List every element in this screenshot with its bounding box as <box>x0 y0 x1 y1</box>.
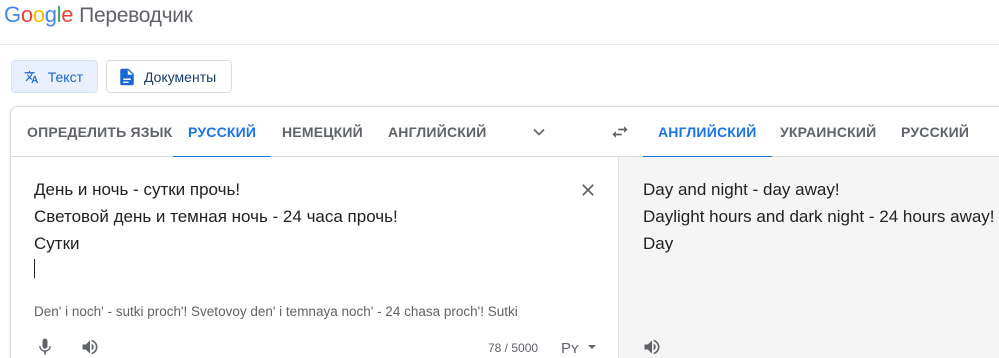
tab-target-ukrainian[interactable]: УКРАИНСКИЙ <box>780 107 876 157</box>
text-mode-button[interactable]: Текст <box>11 60 98 93</box>
translation-line: Day <box>643 234 674 253</box>
tab-source-russian[interactable]: РУССКИЙ <box>173 107 272 158</box>
text-cursor <box>34 259 35 278</box>
speaker-icon <box>82 339 98 355</box>
document-icon <box>120 68 134 85</box>
chevron-down-icon <box>533 128 545 136</box>
caret-down-icon <box>588 345 596 349</box>
character-count: 78 / 5000 <box>488 341 539 355</box>
logo-letter: o <box>20 2 33 27</box>
tab-target-russian[interactable]: РУССКИЙ <box>901 107 969 157</box>
listen-translation-button[interactable] <box>640 335 664 358</box>
speaker-icon <box>644 339 660 355</box>
text-mode-label: Текст <box>47 68 83 85</box>
documents-mode-label: Документы <box>144 68 217 85</box>
logo-letter: o <box>32 2 45 27</box>
documents-mode-button[interactable]: Документы <box>106 60 232 93</box>
source-line: Сутки <box>34 234 80 253</box>
translation-panel: ОПРЕДЕЛИТЬ ЯЗЫК РУССКИЙ НЕМЕЦКИЙ АНГЛИЙС… <box>10 106 999 358</box>
close-icon <box>582 184 594 196</box>
logo-letter: G <box>4 2 21 27</box>
translation-line: Day and night - day away! <box>643 180 840 199</box>
translation-line: Daylight hours and dark night - 24 hours… <box>643 207 995 226</box>
microphone-icon <box>39 338 51 355</box>
tab-source-english[interactable]: АНГЛИЙСКИЙ <box>388 107 487 157</box>
transliteration: Den' i noch' - sutki proch'! Svetovoy de… <box>34 304 518 319</box>
tab-target-english[interactable]: АНГЛИЙСКИЙ <box>643 107 772 158</box>
listen-source-button[interactable] <box>78 335 102 358</box>
logo-letter: e <box>61 2 74 27</box>
translate-icon <box>24 70 39 83</box>
source-line: Световой день и темная ночь - 24 часа пр… <box>34 207 398 226</box>
swap-icon <box>612 126 628 138</box>
logo-letter: g <box>44 2 57 27</box>
translation-output-area: Day and night - day away! Daylight hours… <box>619 157 999 358</box>
keyboard-layout-icon: Рʏ <box>561 340 579 356</box>
voice-input-button[interactable] <box>33 335 57 358</box>
clear-text-button[interactable] <box>576 178 600 202</box>
language-bar: ОПРЕДЕЛИТЬ ЯЗЫК РУССКИЙ НЕМЕЦКИЙ АНГЛИЙС… <box>11 107 999 158</box>
source-text-area[interactable]: День и ночь - сутки прочь! Световой день… <box>11 157 619 358</box>
tab-source-german[interactable]: НЕМЕЦКИЙ <box>282 107 363 157</box>
tab-detect-language[interactable]: ОПРЕДЕЛИТЬ ЯЗЫК <box>27 107 172 157</box>
top-bar: G o o g l e Переводчик <box>0 0 999 45</box>
input-tools-button[interactable]: Рʏ <box>556 335 602 358</box>
product-name: Переводчик <box>79 4 193 27</box>
swap-languages-button[interactable] <box>608 120 632 144</box>
source-line: День и ночь - сутки прочь! <box>34 180 241 199</box>
more-source-languages-button[interactable] <box>527 120 551 144</box>
svg-text:Рʏ: Рʏ <box>561 340 579 356</box>
google-translate-logo[interactable]: G o o g l e Переводчик <box>4 2 193 28</box>
